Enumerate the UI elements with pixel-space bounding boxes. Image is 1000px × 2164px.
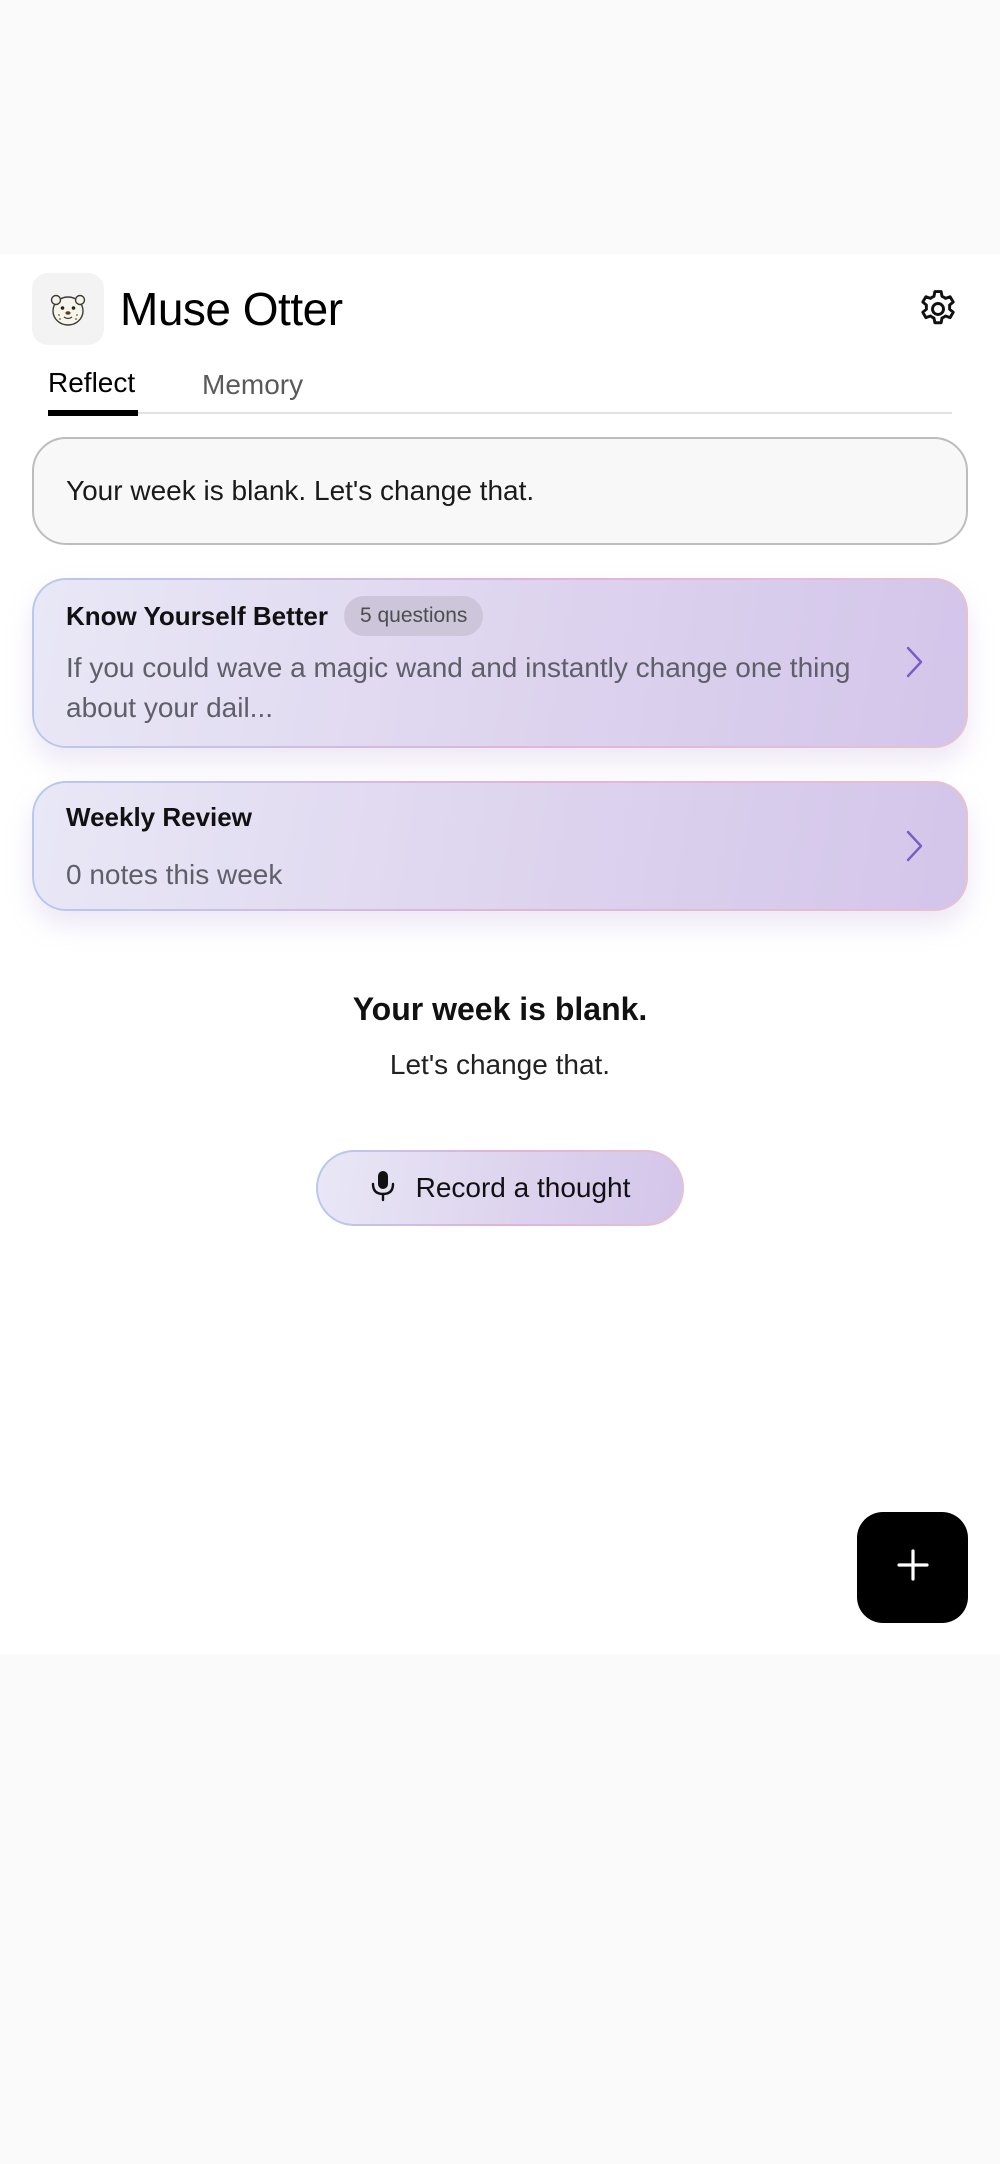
tab-memory[interactable]: Memory <box>202 364 303 414</box>
otter-icon <box>32 273 104 345</box>
record-button-label: Record a thought <box>415 1172 631 1203</box>
card-subtitle: 0 notes this week <box>66 859 283 890</box>
record-thought-button[interactable]: Record a thought <box>316 1150 684 1226</box>
add-button[interactable] <box>857 1512 968 1623</box>
tab-reflect[interactable]: Reflect <box>48 364 138 416</box>
card-title-row: Weekly Review <box>66 797 252 837</box>
app-title: Muse Otter <box>120 283 343 335</box>
empty-state-subtitle: Let's change that. <box>389 1049 611 1080</box>
card-title: Know Yourself Better <box>66 601 328 631</box>
card-title-row: Know Yourself Better 5 questions <box>66 596 484 636</box>
app-header: Muse Otter <box>32 272 968 346</box>
questions-badge: 5 questions <box>343 596 484 636</box>
week-status-banner: Your week is blank. Let's change that. <box>32 437 968 545</box>
weekly-review-card[interactable]: Weekly Review 0 notes this week <box>32 781 968 911</box>
know-yourself-card[interactable]: Know Yourself Better 5 questions If you … <box>32 578 968 748</box>
empty-state-title: Your week is blank. <box>352 991 648 1027</box>
card-title: Weekly Review <box>66 802 252 832</box>
plus-icon <box>896 1548 930 1587</box>
chevron-right-icon <box>900 826 930 866</box>
chevron-right-icon <box>900 642 930 682</box>
gear-icon[interactable] <box>908 279 968 339</box>
card-subtitle: If you could wave a magic wand and insta… <box>66 652 851 723</box>
tab-bar: Reflect Memory <box>48 364 952 416</box>
microphone-icon <box>370 1169 396 1208</box>
banner-text: Your week is blank. Let's change that. <box>66 475 535 506</box>
app-screen: Muse Otter Reflect Memory Your week is b… <box>0 254 1000 1654</box>
